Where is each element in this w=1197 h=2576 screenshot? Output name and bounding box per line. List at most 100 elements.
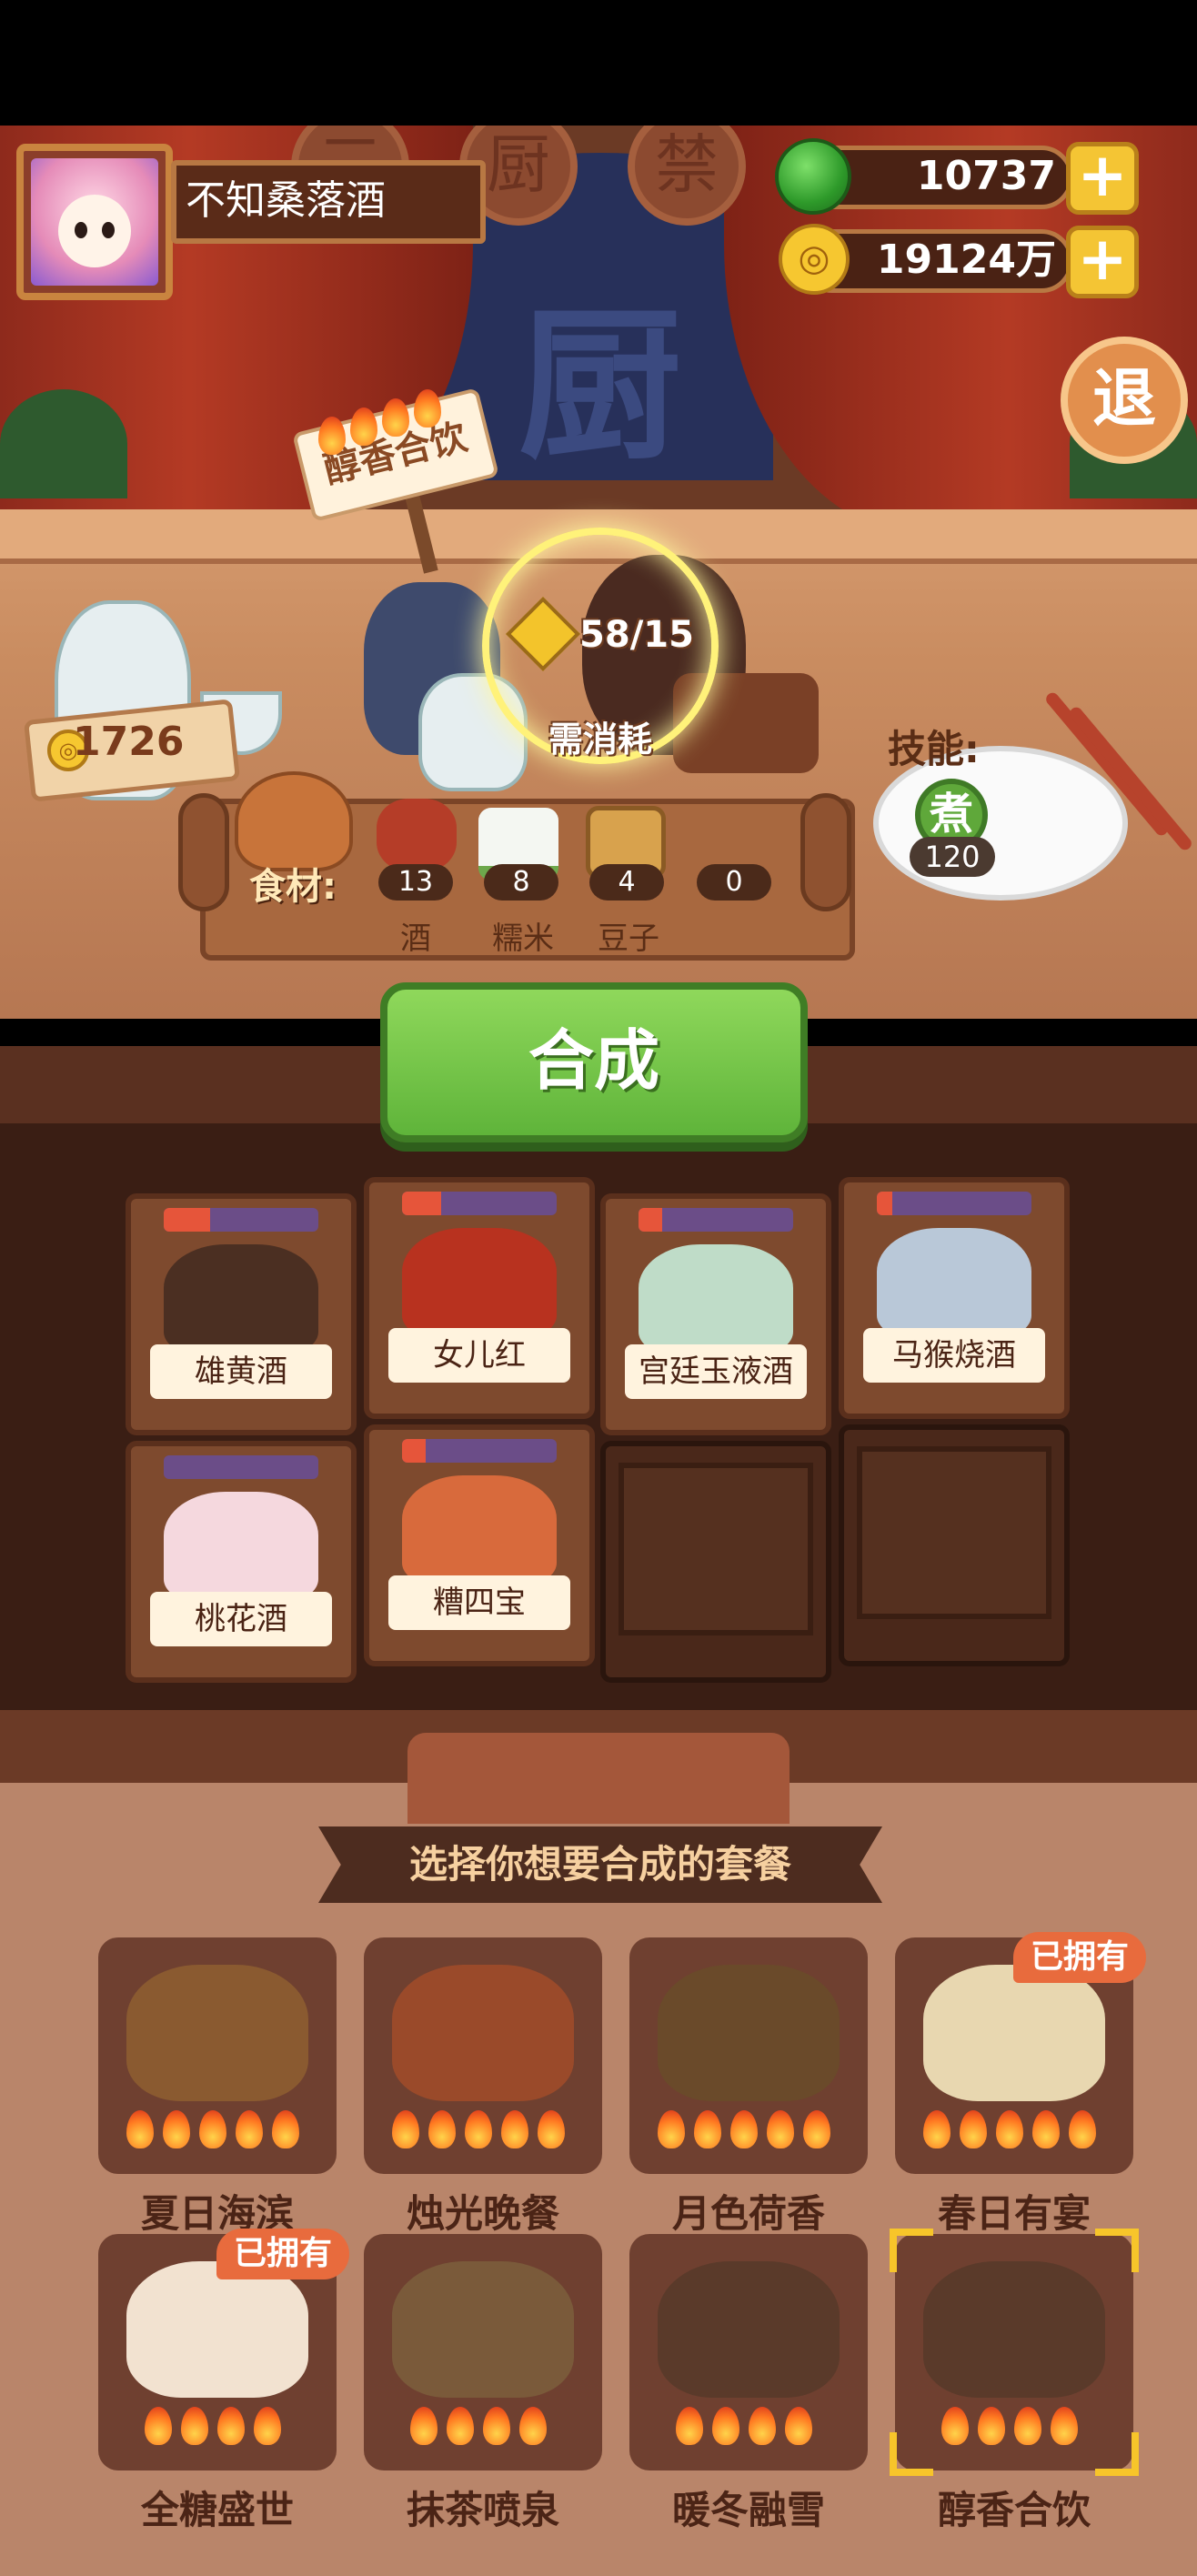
meal-name: 烛光晚餐 [406, 2191, 559, 2236]
shelf-progress-bar [164, 1455, 318, 1479]
flame-icon [392, 2110, 419, 2148]
ingredient-name: 糯米 [492, 921, 554, 957]
shelf-item[interactable]: 桃花酒 [126, 1441, 357, 1683]
skill-label: 技能: [888, 727, 980, 771]
slot-inner [619, 1463, 813, 1635]
player-name: 不知桑落酒 [171, 160, 486, 244]
flame-icon [163, 2110, 190, 2148]
meal-card[interactable] [364, 2234, 602, 2470]
palace-jade-wine-icon [639, 1244, 793, 1353]
peach-blossom-wine-icon [164, 1492, 318, 1601]
panel-handle[interactable] [407, 1733, 790, 1824]
selection-corner [1095, 2432, 1139, 2476]
selection-corner [890, 2229, 933, 2272]
meal-name: 全糖盛世 [140, 2488, 294, 2532]
scroll-end-right [800, 793, 851, 911]
flame-icon [941, 2407, 969, 2445]
scroll-end-left [178, 793, 229, 911]
flame-icon [145, 2407, 172, 2445]
flame-icon [978, 2407, 1005, 2445]
flame-icon [254, 2407, 281, 2445]
meal-name: 抹茶喷泉 [406, 2488, 559, 2532]
meal-name: 月色荷香 [671, 2191, 825, 2236]
flame-icon [199, 2110, 226, 2148]
meal-image-icon [658, 1965, 840, 2101]
shelf-item[interactable]: 女儿红 [364, 1177, 595, 1419]
flame-icon [414, 389, 441, 428]
flame-icon [785, 2407, 812, 2445]
meal-card[interactable] [364, 1937, 602, 2174]
flame-icon [236, 2110, 263, 2148]
ingredient-name: 酒 [400, 921, 431, 957]
avatar-eye-left [75, 222, 87, 238]
flame-icon [538, 2110, 565, 2148]
flame-icon [318, 417, 346, 455]
shelf-item[interactable]: 马猴烧酒 [839, 1177, 1070, 1419]
flame-icon [217, 2407, 245, 2445]
meal-image-icon [126, 1965, 308, 2101]
shelf-item[interactable]: 宫廷玉液酒 [600, 1193, 831, 1435]
shelf-item-label: 女儿红 [388, 1328, 570, 1383]
meal-image-icon [658, 2261, 840, 2398]
shelf-item-label: 宫廷玉液酒 [625, 1344, 807, 1399]
meal-image-icon [923, 2261, 1105, 2398]
wine-jar-icon [377, 799, 457, 871]
flame-icon [960, 2110, 987, 2148]
flame-icon [483, 2407, 510, 2445]
shelf-item-label: 雄黄酒 [150, 1344, 332, 1399]
ingredient-count: 4 [589, 864, 664, 901]
meal-image-icon [126, 2261, 308, 2398]
meal-name: 暖冬融雪 [671, 2488, 825, 2532]
flame-icon [694, 2110, 721, 2148]
skill-value: 120 [910, 837, 995, 877]
plant-left [0, 389, 127, 498]
avatar-face [58, 195, 131, 267]
shelf-item[interactable]: 雄黄酒 [126, 1193, 357, 1435]
consume-label: 需消耗 [548, 719, 652, 760]
monkey-wine-icon [877, 1228, 1031, 1337]
empty-shelf-slot [839, 1424, 1070, 1666]
flame-icon [181, 2407, 208, 2445]
flame-icon [1051, 2407, 1078, 2445]
shelf-progress-bar [164, 1208, 318, 1232]
flame-icon [350, 408, 377, 446]
add-jade-button[interactable]: + [1066, 142, 1139, 215]
owned-badge: 已拥有 [1013, 1932, 1146, 1983]
shelf-item-label: 桃花酒 [150, 1592, 332, 1646]
status-bar [0, 0, 1197, 126]
flame-icon [923, 2110, 951, 2148]
flame-icon [712, 2407, 739, 2445]
synthesis-progress: 58/15 [579, 614, 694, 656]
flame-icon [447, 2407, 474, 2445]
flame-icon [519, 2407, 547, 2445]
flame-icon [272, 2110, 299, 2148]
flame-icon [996, 2110, 1023, 2148]
flame-icon [767, 2110, 794, 2148]
meal-card[interactable] [629, 1937, 868, 2174]
flame-icon [428, 2110, 456, 2148]
flame-icon [676, 2407, 703, 2445]
exit-button[interactable]: 退 [1061, 337, 1188, 464]
ingredient-count: 13 [378, 864, 453, 901]
selection-corner [1095, 2229, 1139, 2272]
flame-icon [465, 2110, 492, 2148]
meal-card[interactable] [98, 1937, 337, 2174]
shelf-progress-bar [639, 1208, 793, 1232]
avatar[interactable] [31, 158, 158, 286]
shelf-progress-bar [402, 1192, 557, 1215]
add-coins-button[interactable]: + [1066, 226, 1139, 298]
flame-icon [730, 2110, 758, 2148]
synthesize-button[interactable]: 合成 [380, 982, 808, 1142]
meal-image-icon [392, 2261, 574, 2398]
shelf-item[interactable]: 糟四宝 [364, 1424, 595, 1666]
flame-icon [410, 2407, 438, 2445]
ingredient-name: 豆子 [598, 921, 659, 957]
dish-price: 1726 [73, 719, 185, 765]
owned-badge: 已拥有 [216, 2229, 349, 2279]
backdrop-logo: 厨 [518, 290, 682, 482]
meal-card[interactable] [629, 2234, 868, 2470]
coin-icon: ◎ [779, 224, 850, 295]
selection-corner [890, 2432, 933, 2476]
picker-banner: 选择你想要合成的套餐 [318, 1826, 882, 1903]
flame-icon [1069, 2110, 1096, 2148]
